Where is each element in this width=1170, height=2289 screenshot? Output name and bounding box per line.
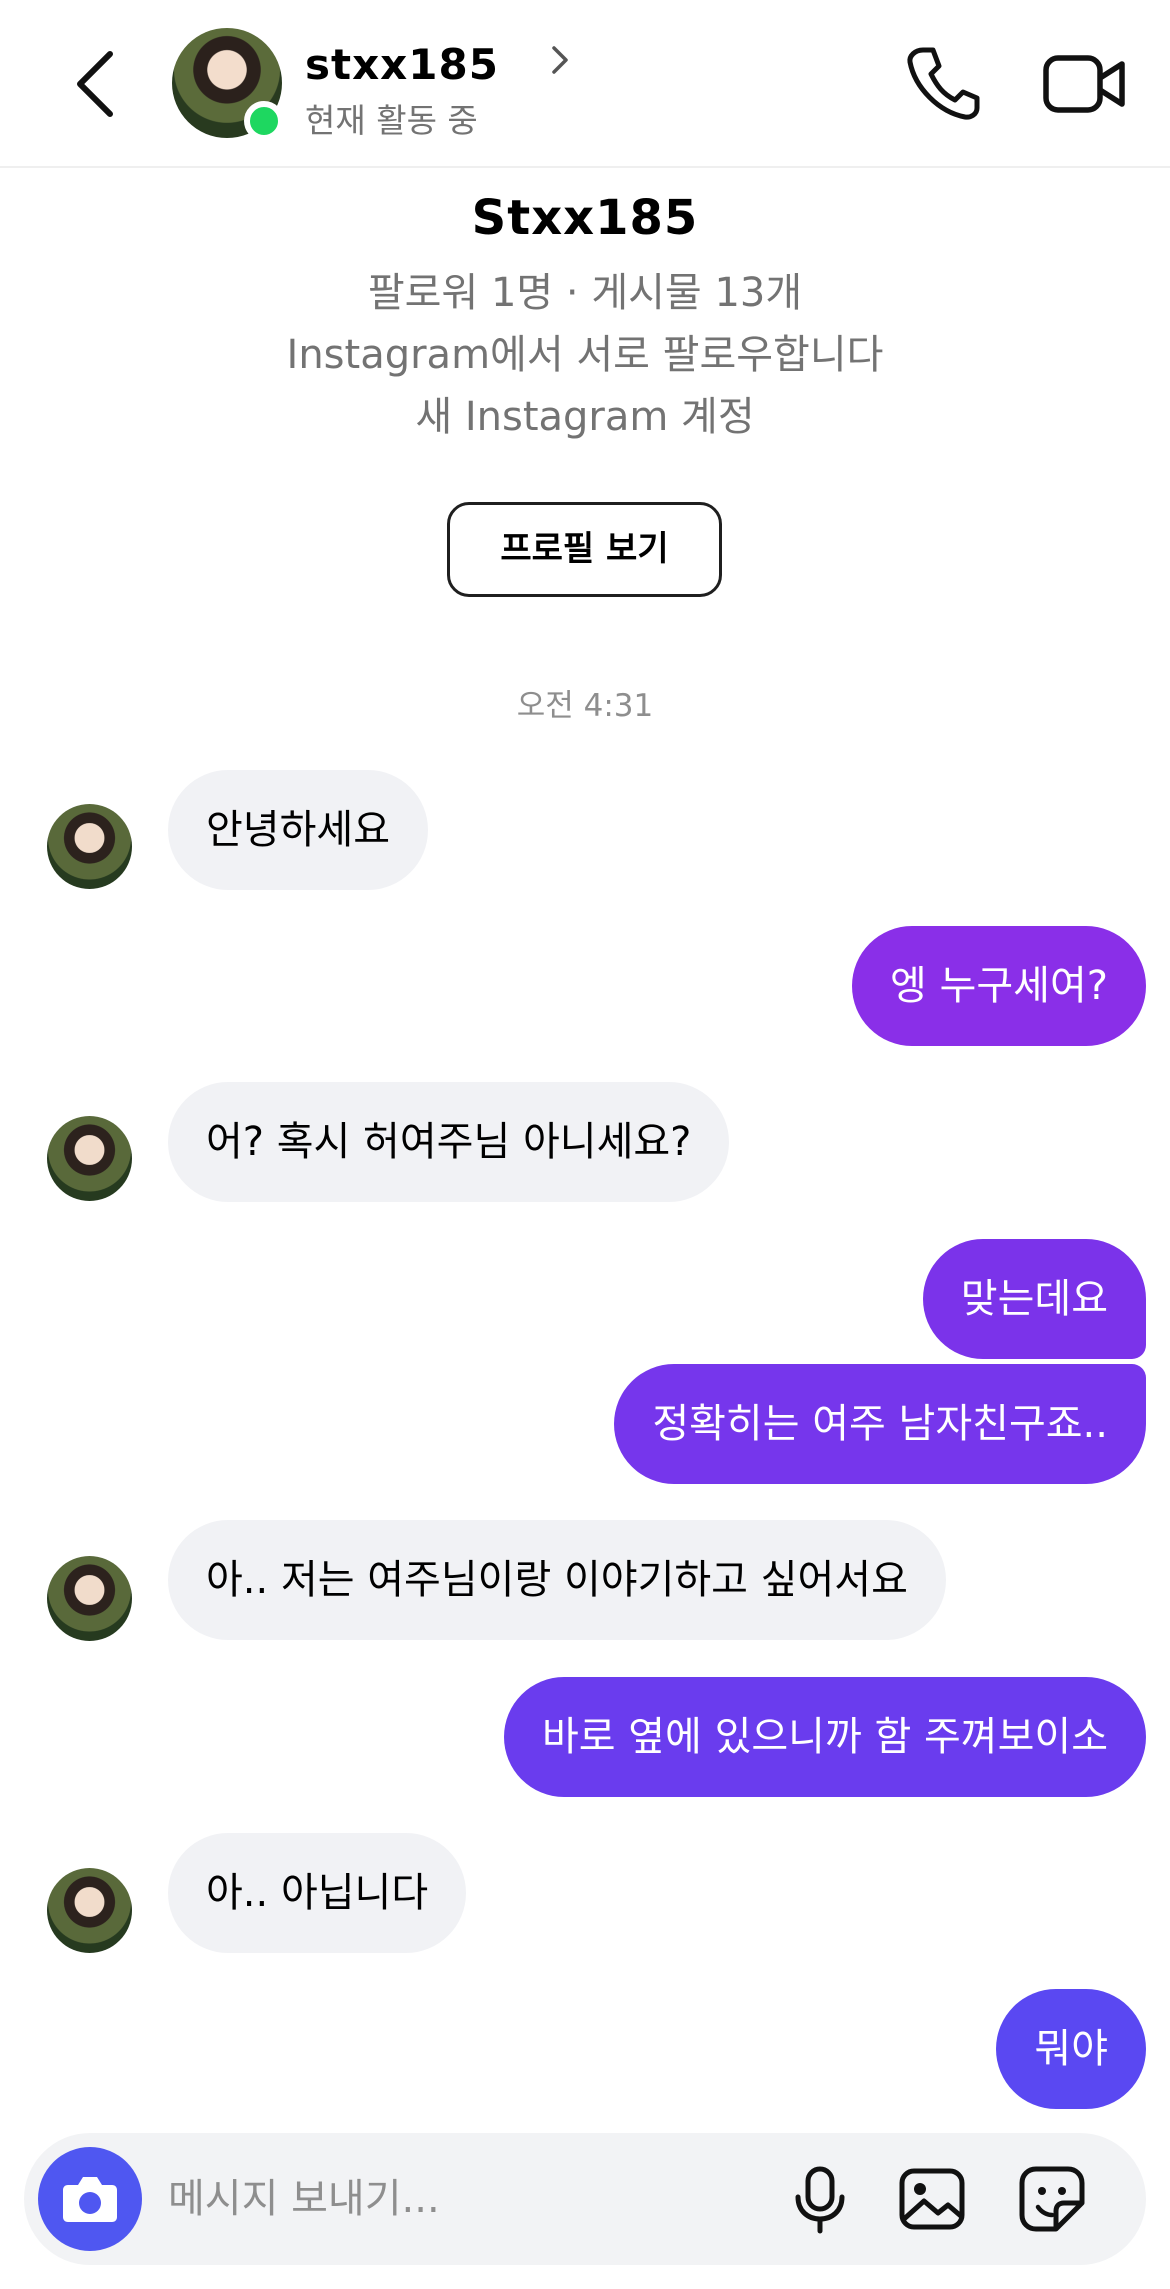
avatar[interactable]: [47, 1116, 132, 1201]
message-timestamp: 오전 4:31: [516, 688, 654, 724]
message-bubble-incoming[interactable]: 아.. 저는 여주님이랑 이야기하고 싶어서요: [168, 1520, 946, 1640]
header-activity-status: 현재 활동 중: [305, 101, 478, 140]
avatar[interactable]: [47, 804, 132, 889]
online-status-dot: [244, 101, 284, 141]
profile-intro: Stxx185 팔로워 1명 · 게시물 13개 Instagram에서 서로 …: [0, 190, 1170, 448]
profile-name: Stxx185: [471, 190, 699, 246]
header-username[interactable]: stxx185: [305, 40, 499, 89]
profile-stats: 팔로워 1명 · 게시물 13개: [367, 270, 803, 316]
message-bubble-outgoing[interactable]: 엥 누구세여?: [852, 926, 1146, 1046]
message-input[interactable]: [168, 2163, 748, 2235]
message-composer: [24, 2133, 1146, 2265]
camera-icon: [63, 2177, 117, 2222]
message-bubble-incoming[interactable]: 어? 혹시 허여주님 아니세요?: [168, 1082, 730, 1202]
phone-icon[interactable]: [905, 44, 983, 122]
message-bubble-outgoing[interactable]: 맞는데요: [922, 1239, 1146, 1359]
avatar[interactable]: [47, 1556, 132, 1641]
avatar[interactable]: [47, 1868, 132, 1953]
video-camera-icon[interactable]: [1042, 50, 1126, 118]
message-bubble-outgoing[interactable]: 바로 옆에 있으니까 함 주껴보이소: [503, 1677, 1146, 1797]
chat-header: stxx185 현재 활동 중: [0, 0, 1170, 168]
message-bubble-incoming[interactable]: 아.. 아닙니다: [168, 1833, 467, 1953]
chevron-right-icon[interactable]: [545, 40, 575, 80]
view-profile-button[interactable]: 프로필 보기: [447, 502, 722, 597]
message-bubble-outgoing[interactable]: 정확히는 여주 남자친구죠..: [614, 1364, 1146, 1484]
message-bubble-outgoing[interactable]: 뭐야: [996, 1989, 1146, 2109]
message-bubble-incoming[interactable]: 안녕하세요: [168, 770, 428, 890]
gallery-icon[interactable]: [896, 2163, 968, 2235]
microphone-icon[interactable]: [784, 2163, 856, 2235]
back-arrow-icon[interactable]: [66, 46, 126, 122]
sticker-icon[interactable]: [1016, 2163, 1088, 2235]
profile-mutual-follow: Instagram에서 서로 팔로우합니다: [286, 332, 884, 378]
profile-new-account: 새 Instagram 계정: [415, 394, 755, 440]
camera-button[interactable]: [38, 2147, 142, 2251]
